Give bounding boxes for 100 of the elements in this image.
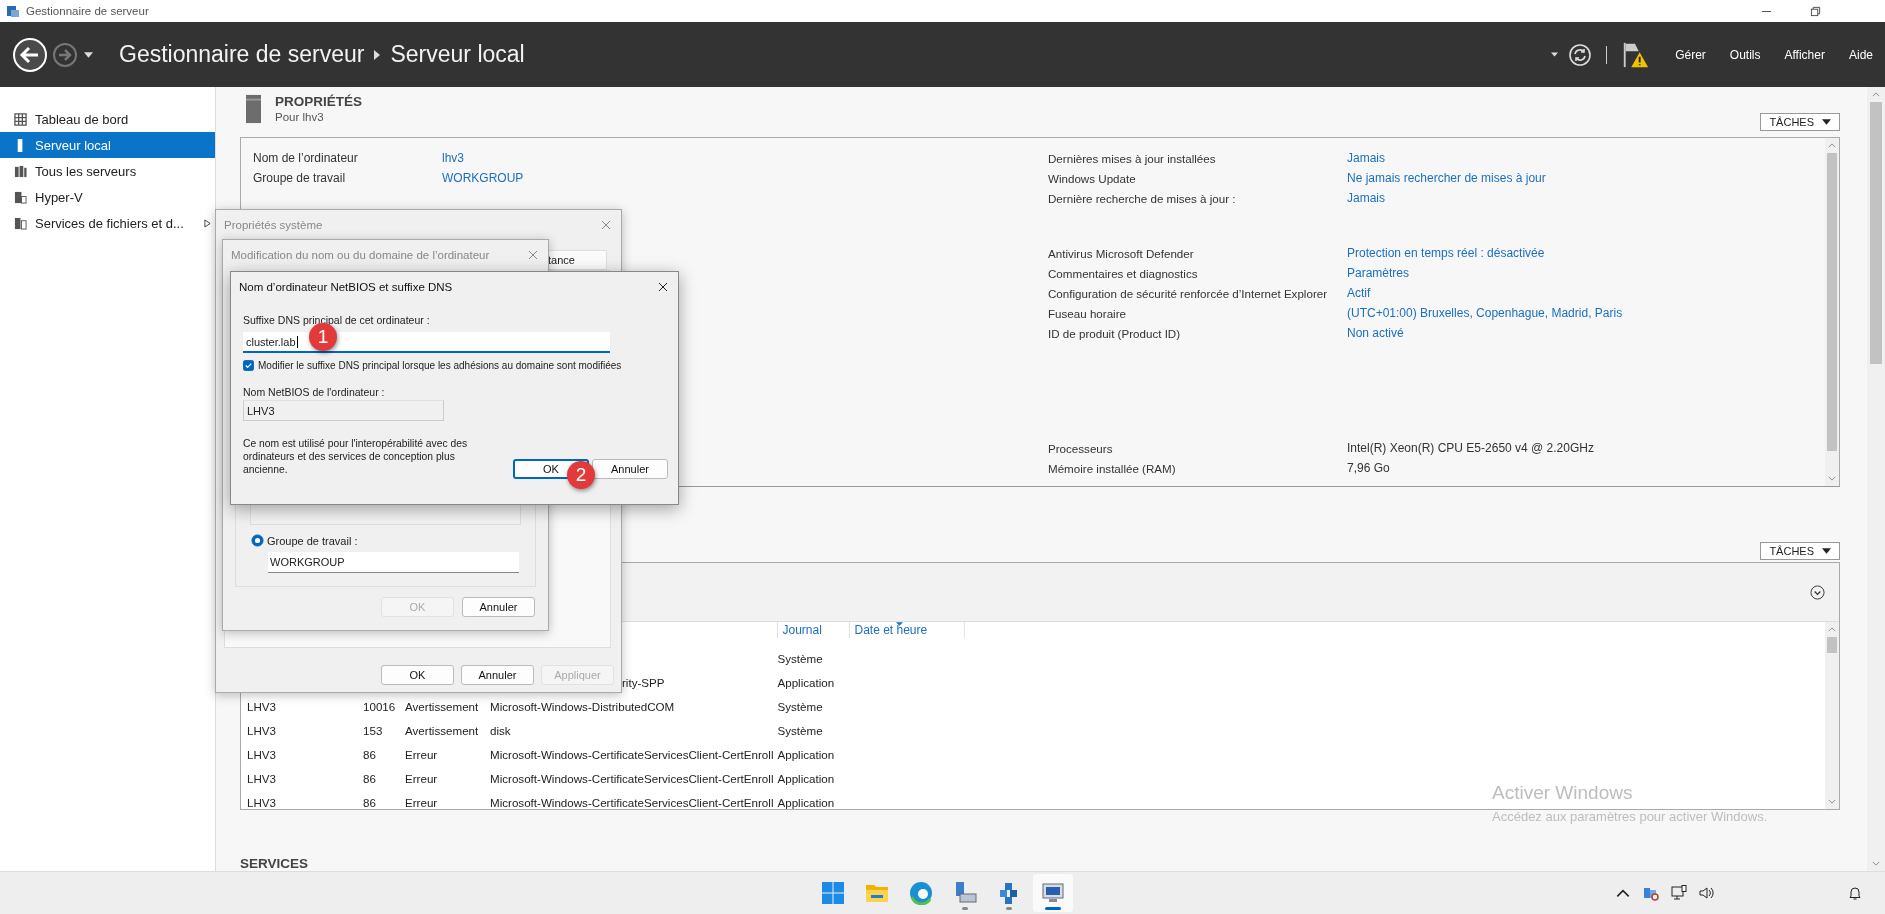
collapse-icon[interactable]: [1810, 584, 1825, 600]
property-link[interactable]: Non activé: [1347, 326, 1404, 340]
dropdown-caret-icon[interactable]: [84, 51, 93, 58]
property-link[interactable]: Paramètres: [1347, 266, 1410, 280]
network-map-icon[interactable]: [1643, 885, 1659, 901]
flag-warning-icon[interactable]: [1621, 40, 1650, 69]
field-label: Nom NetBIOS de l'ordinateur :: [243, 386, 386, 400]
scroll-up-icon[interactable]: [1828, 143, 1836, 148]
property-label: Dernière recherche de mises à jour :: [1048, 191, 1237, 205]
dialog-button[interactable]: OK: [381, 665, 454, 685]
sidebar-item[interactable]: Services de fichiers et d...: [0, 210, 215, 236]
text-field[interactable]: tance: [548, 250, 607, 270]
property-link[interactable]: Protection en temps réel : désactivée: [1347, 246, 1545, 260]
property-link[interactable]: (UTC+01:00) Bruxelles, Copenhague, Madrid, Paris: [1347, 306, 1623, 320]
property-link[interactable]: Ne jamais rechercher de mises à jour: [1347, 171, 1546, 185]
expand-icon[interactable]: [204, 218, 211, 228]
scroll-up-icon[interactable]: [1872, 92, 1880, 97]
table-cell: Application: [777, 795, 835, 809]
scrollbar-track[interactable]: [1867, 87, 1885, 871]
property-link[interactable]: Actif: [1347, 286, 1371, 300]
breadcrumb-item[interactable]: Serveur local: [390, 41, 525, 68]
dialog-title: Nom d’ordinateur NetBIOS et suffixe DNS: [239, 280, 453, 293]
sidebar-item[interactable]: Serveur local: [0, 132, 215, 158]
close-icon[interactable]: [658, 281, 668, 292]
table-cell: Application: [777, 747, 835, 761]
table-cell: 10016: [363, 699, 396, 713]
table-cell: Erreur: [405, 795, 438, 809]
forward-icon[interactable]: [52, 41, 78, 68]
scroll-up-icon[interactable]: [1828, 627, 1836, 632]
menu-item[interactable]: Gérer: [1675, 47, 1706, 62]
table-cell: LHV3: [247, 747, 276, 761]
column-header[interactable]: Journal: [777, 622, 850, 638]
network-icon[interactable]: [1671, 885, 1687, 901]
property-link[interactable]: Jamais: [1347, 191, 1385, 205]
sort-arrow-icon: [896, 622, 904, 626]
checkbox[interactable]: [243, 360, 254, 371]
table-cell: LHV3: [247, 699, 276, 713]
text-field[interactable]: WORKGROUP: [268, 552, 519, 573]
table-cell: disk: [490, 723, 511, 737]
table-cell: Système: [777, 723, 823, 737]
volume-icon[interactable]: [1699, 885, 1715, 901]
property-label: Fuseau horaire: [1048, 306, 1127, 320]
notification-bell-icon[interactable]: [1847, 885, 1863, 901]
monitor-icon: [1040, 881, 1065, 905]
checkbox-label: Modifier le suffixe DNS principal lorsque les adhésions au domaine sont modifiées: [258, 360, 622, 371]
note-text: Ce nom est utilisé pour l'interopérabilité avec des ordinateurs et des services de conception plus ancienne.: [243, 437, 469, 476]
activation-message: Accédez aux paramètres pour activer Windows.: [1492, 809, 1768, 824]
tasks-button[interactable]: TÂCHES: [1760, 542, 1840, 560]
dialog-button[interactable]: Annuler: [462, 597, 535, 617]
radio-button[interactable]: [251, 534, 264, 547]
dialog-button[interactable]: Annuler: [592, 459, 668, 479]
table-cell: Microsoft-Windows-CertificateServicesClient-CertEnroll: [490, 747, 774, 761]
dialog-button[interactable]: Annuler: [461, 665, 534, 685]
menu-item[interactable]: Aide: [1848, 47, 1873, 62]
restore-icon[interactable]: [1810, 5, 1821, 17]
table-cell: Système: [777, 699, 823, 713]
breadcrumb-item[interactable]: Gestionnaire de serveur: [119, 41, 365, 68]
grid-icon: [14, 112, 27, 126]
property-label: Mémoire installée (RAM): [1048, 461, 1177, 475]
property-label: Dernières mises à jour installées: [1048, 151, 1217, 165]
scrollbar-track[interactable]: [1825, 622, 1839, 809]
table-cell: Application: [777, 675, 835, 689]
scrollbar-track[interactable]: [1825, 138, 1839, 486]
server-stack-icon: [14, 190, 27, 204]
taskbar-button[interactable]: [1032, 874, 1073, 912]
property-link[interactable]: lhv3: [442, 151, 464, 165]
table-cell: Microsoft-Windows-CertificateServicesClient-CertEnroll: [490, 795, 774, 809]
dialog-title: Propriétés système: [224, 218, 323, 231]
sidebar-item[interactable]: Tableau de bord: [0, 106, 215, 132]
menu-item[interactable]: Afficher: [1784, 47, 1825, 62]
section-subtitle: Pour lhv3: [275, 111, 325, 123]
column-header[interactable]: Date et heure: [849, 622, 966, 638]
caret-icon: [1822, 119, 1831, 125]
property-label: Groupe de travail: [253, 171, 347, 185]
activation-title: Activer Windows: [1492, 782, 1634, 804]
property-link[interactable]: WORKGROUP: [442, 171, 524, 185]
table-cell: Microsoft-Windows-CertificateServicesClient-CertEnroll: [490, 771, 774, 785]
sidebar-item[interactable]: Hyper-V: [0, 184, 215, 210]
tasks-button[interactable]: TÂCHES: [1760, 113, 1840, 131]
scrollbar-thumb[interactable]: [1827, 637, 1837, 653]
scroll-down-icon[interactable]: [1828, 476, 1836, 481]
menu-item[interactable]: Outils: [1729, 47, 1761, 62]
property-value: 7,96 Go: [1347, 461, 1390, 475]
scrollbar-thumb[interactable]: [1827, 153, 1837, 451]
browser-icon: [908, 881, 933, 905]
scrollbar-thumb[interactable]: [1870, 102, 1882, 364]
sidebar-item[interactable]: Tous les serveurs: [0, 158, 215, 184]
scroll-down-icon[interactable]: [1872, 861, 1880, 866]
table-cell: LHV3: [247, 771, 276, 785]
property-value: Intel(R) Xeon(R) CPU E5-2650 v4 @ 2.20GHz: [1347, 441, 1594, 455]
refresh-icon[interactable]: [1568, 42, 1593, 67]
property-link[interactable]: Jamais: [1347, 151, 1385, 165]
window-title: Gestionnaire de serveur: [26, 5, 149, 17]
scroll-down-icon[interactable]: [1828, 799, 1836, 804]
app-icon: [6, 4, 20, 18]
dropdown-caret-icon[interactable]: [1551, 52, 1559, 57]
table-cell: Système: [777, 651, 823, 665]
radio-label: Groupe de travail :: [267, 534, 358, 547]
property-label: ID de produit (Product ID): [1048, 326, 1182, 340]
back-icon[interactable]: [12, 36, 48, 73]
